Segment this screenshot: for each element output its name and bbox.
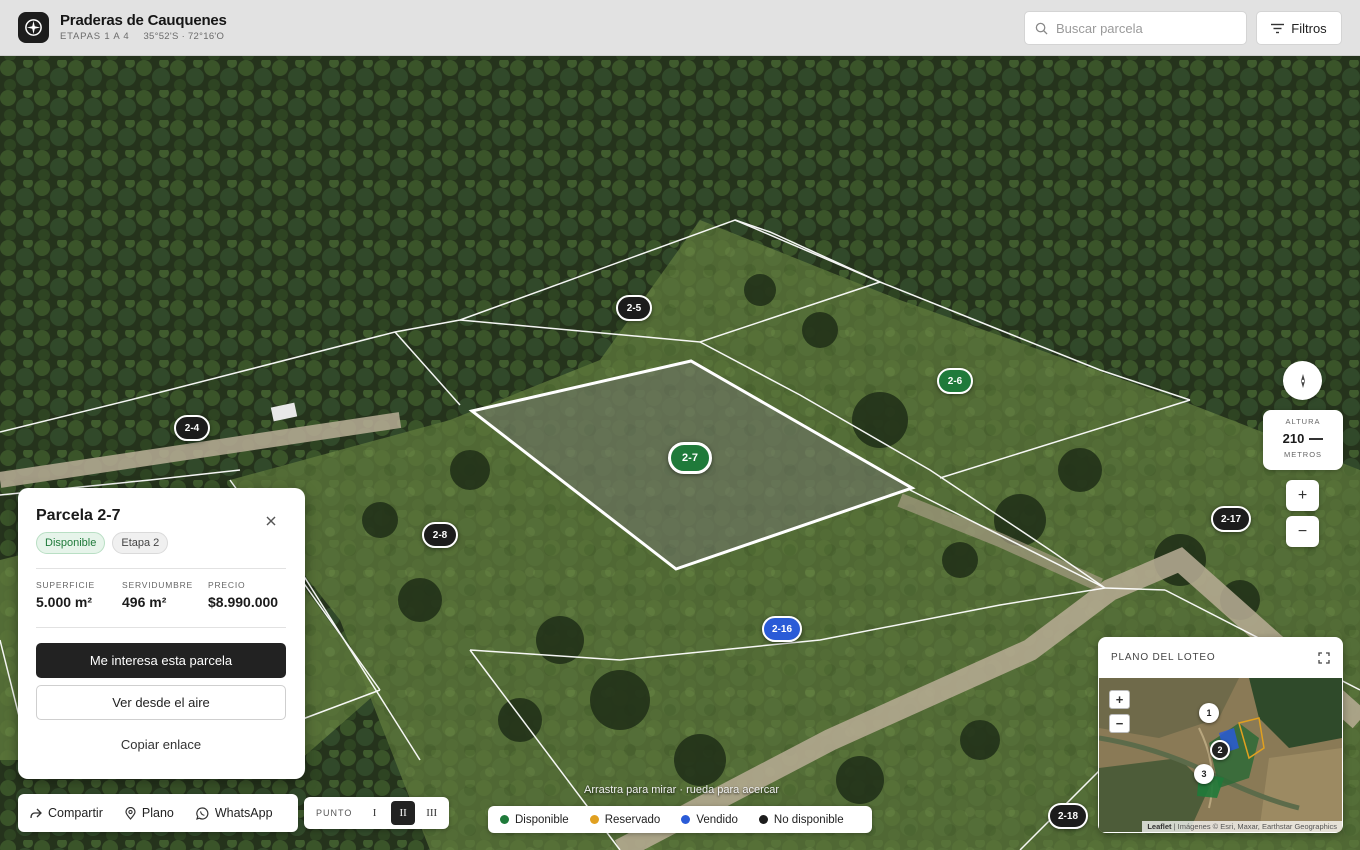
parcel-marker-2-18[interactable]: 2-18 [1047,803,1089,829]
minimap-panel: PLANO DEL LOTEO + − 1 2 3 Leaflet | Imág… [1098,637,1343,833]
stat-label: PRECIO [208,580,246,590]
search-icon [1035,22,1048,35]
stat-value: 496 m² [122,594,167,610]
parcel-marker-2-17[interactable]: 2-17 [1210,506,1252,532]
interest-button[interactable]: Me interesa esta parcela [36,643,286,678]
share-button[interactable]: Compartir [30,806,103,820]
legend-item-sold: Vendido [681,814,738,826]
app-header: Praderas de Cauquenes ETAPAS 1 A 4 35°52… [0,0,1360,56]
minimap-title: PLANO DEL LOTEO [1111,652,1216,663]
legend-item-available: Disponible [500,814,569,826]
filter-icon [1271,23,1285,33]
legend-label: No disponible [773,813,844,826]
divider [36,627,286,628]
project-title: Praderas de Cauquenes [60,12,227,29]
stat-area: SUPERFICIE 5.000 m² [36,580,122,610]
altitude-slider-icon[interactable] [1309,437,1324,440]
parcel-marker-2-7[interactable]: 2-7 [668,442,712,474]
search-box[interactable] [1024,11,1247,45]
viewpoint-selector: PUNTO I II III [304,797,449,829]
altitude-value: 210 [1282,431,1305,446]
whatsapp-icon [195,806,209,820]
filters-label: Filtros [1291,20,1327,36]
legend-dot [681,815,691,824]
stat-label: SERVIDUMBRE [122,580,193,590]
project-subtitle: ETAPAS 1 A 4 35°52'S · 72°16'O [60,31,224,42]
minimap-marker-2[interactable]: 2 [1210,740,1230,760]
legend-item-reserved: Reservado [589,813,661,826]
status-badge: Disponible [36,532,106,554]
viewpoint-option-1[interactable]: I [362,801,387,825]
plan-label: Plano [141,806,174,820]
stat-easement: SERVIDUMBRE 496 m² [122,580,208,610]
stat-value: $8.990.000 [208,594,279,610]
legend-label: Disponible [515,813,569,826]
parcel-marker-2-4[interactable]: 2-4 [174,415,210,441]
legend-dot [758,815,768,824]
altitude-panel[interactable]: ALTURA 210 METROS [1263,410,1343,470]
filters-button[interactable]: Filtros [1256,11,1342,45]
legend-label: Reservado [604,813,661,826]
divider [36,568,286,569]
map-pin-icon [125,806,136,820]
aerial-view-button[interactable]: Ver desde el aire [36,685,286,720]
parcel-marker-2-16[interactable]: 2-16 [761,616,803,642]
stages-label: ETAPAS 1 A 4 [60,31,130,42]
parcel-marker-2-8[interactable]: 2-8 [422,522,458,548]
legend-dot [500,815,509,824]
viewpoint-option-2[interactable]: II [390,801,416,825]
stat-label: SUPERFICIE [36,580,96,590]
attribution-text: | Imágenes © Esri, Maxar, Earthstar Geog… [1171,822,1337,831]
minimap-zoom-out-button[interactable]: − [1109,714,1130,733]
share-label: Compartir [48,806,103,820]
legend-label: Vendido [696,813,738,826]
minimap-marker-1[interactable]: 1 [1199,703,1219,723]
leaflet-link[interactable]: Leaflet [1147,822,1171,831]
zoom-out-button[interactable]: − [1286,516,1319,547]
stage-badge: Etapa 2 [112,532,169,554]
coordinates-label: 35°52'S · 72°16'O [143,31,225,42]
parcel-detail-card: Parcela 2-7 Disponible Etapa 2 SUPERFICI… [18,488,305,779]
altitude-unit: METROS [1283,450,1323,459]
minimap-marker-3[interactable]: 3 [1194,764,1214,784]
parcel-marker-2-6[interactable]: 2-6 [937,368,973,394]
viewpoint-label: PUNTO [316,808,353,818]
parcel-marker-2-5[interactable]: 2-5 [616,295,652,321]
plan-button[interactable]: Plano [125,806,174,820]
legend-dot [589,815,599,824]
parcel-title: Parcela 2-7 [36,507,121,524]
stat-price: PRECIO $8.990.000 [208,580,294,610]
compass-needle-icon [1300,373,1305,388]
share-icon [30,808,42,818]
compass-button[interactable] [1283,361,1322,400]
copy-link-button[interactable]: Copiar enlace [36,734,286,754]
minimap-zoom-in-button[interactable]: + [1109,690,1130,709]
stat-value: 5.000 m² [36,594,93,610]
legend-item-unavailable: No disponible [758,813,844,826]
altitude-label: ALTURA [1285,417,1321,426]
drag-hint-text: Arrastra para mirar · rueda para acercar [584,784,780,796]
compass-logo-icon[interactable] [18,12,49,43]
status-legend: Disponible Reservado Vendido No disponib… [488,806,872,833]
minimap-map[interactable]: + − 1 2 3 Leaflet | Imágenes © Esri, Max… [1099,678,1342,832]
whatsapp-label: WhatsApp [214,806,273,820]
whatsapp-button[interactable]: WhatsApp [195,806,273,820]
parcel-stats: SUPERFICIE 5.000 m² SERVIDUMBRE 496 m² P… [36,580,296,610]
expand-icon[interactable] [1318,651,1330,664]
map-attribution: Leaflet | Imágenes © Esri, Maxar, Earths… [1142,821,1342,832]
viewpoint-option-3[interactable]: III [419,801,444,825]
close-icon[interactable] [262,512,280,530]
zoom-in-button[interactable]: + [1286,480,1319,511]
search-input[interactable] [1056,20,1236,36]
share-bar: Compartir Plano WhatsApp [18,794,298,832]
